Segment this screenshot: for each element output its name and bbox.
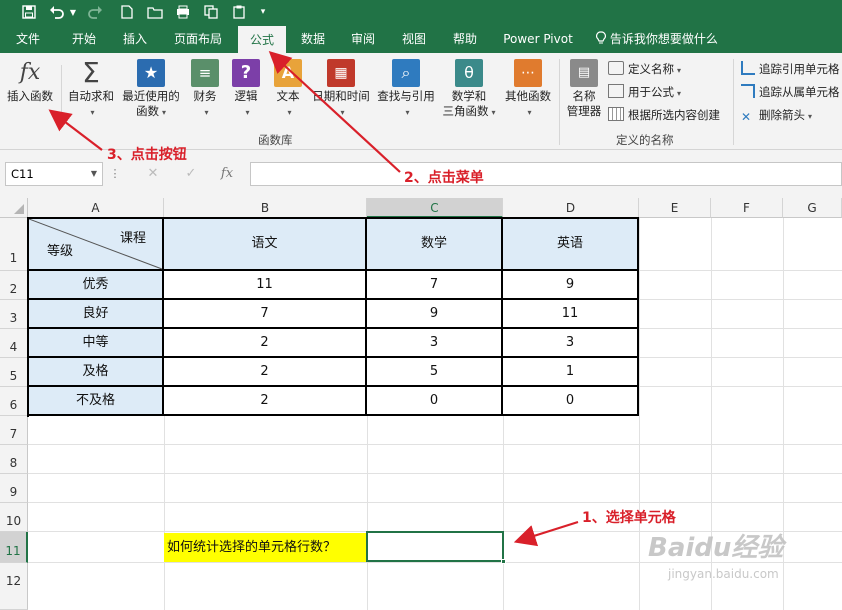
arrow-step2 <box>268 51 401 173</box>
watermark-url: jingyan.baidu.com <box>668 567 779 581</box>
annotation-step2: 2、点击菜单 <box>404 170 484 186</box>
watermark-logo: Baidu经验 <box>648 533 784 563</box>
arrow-step1 <box>513 520 579 547</box>
annotation-step1: 1、选择单元格 <box>582 510 676 526</box>
annotation-arrows <box>48 51 579 547</box>
annotation-step3: 3、点击按钮 <box>107 147 187 163</box>
arrow-step3 <box>48 109 103 151</box>
